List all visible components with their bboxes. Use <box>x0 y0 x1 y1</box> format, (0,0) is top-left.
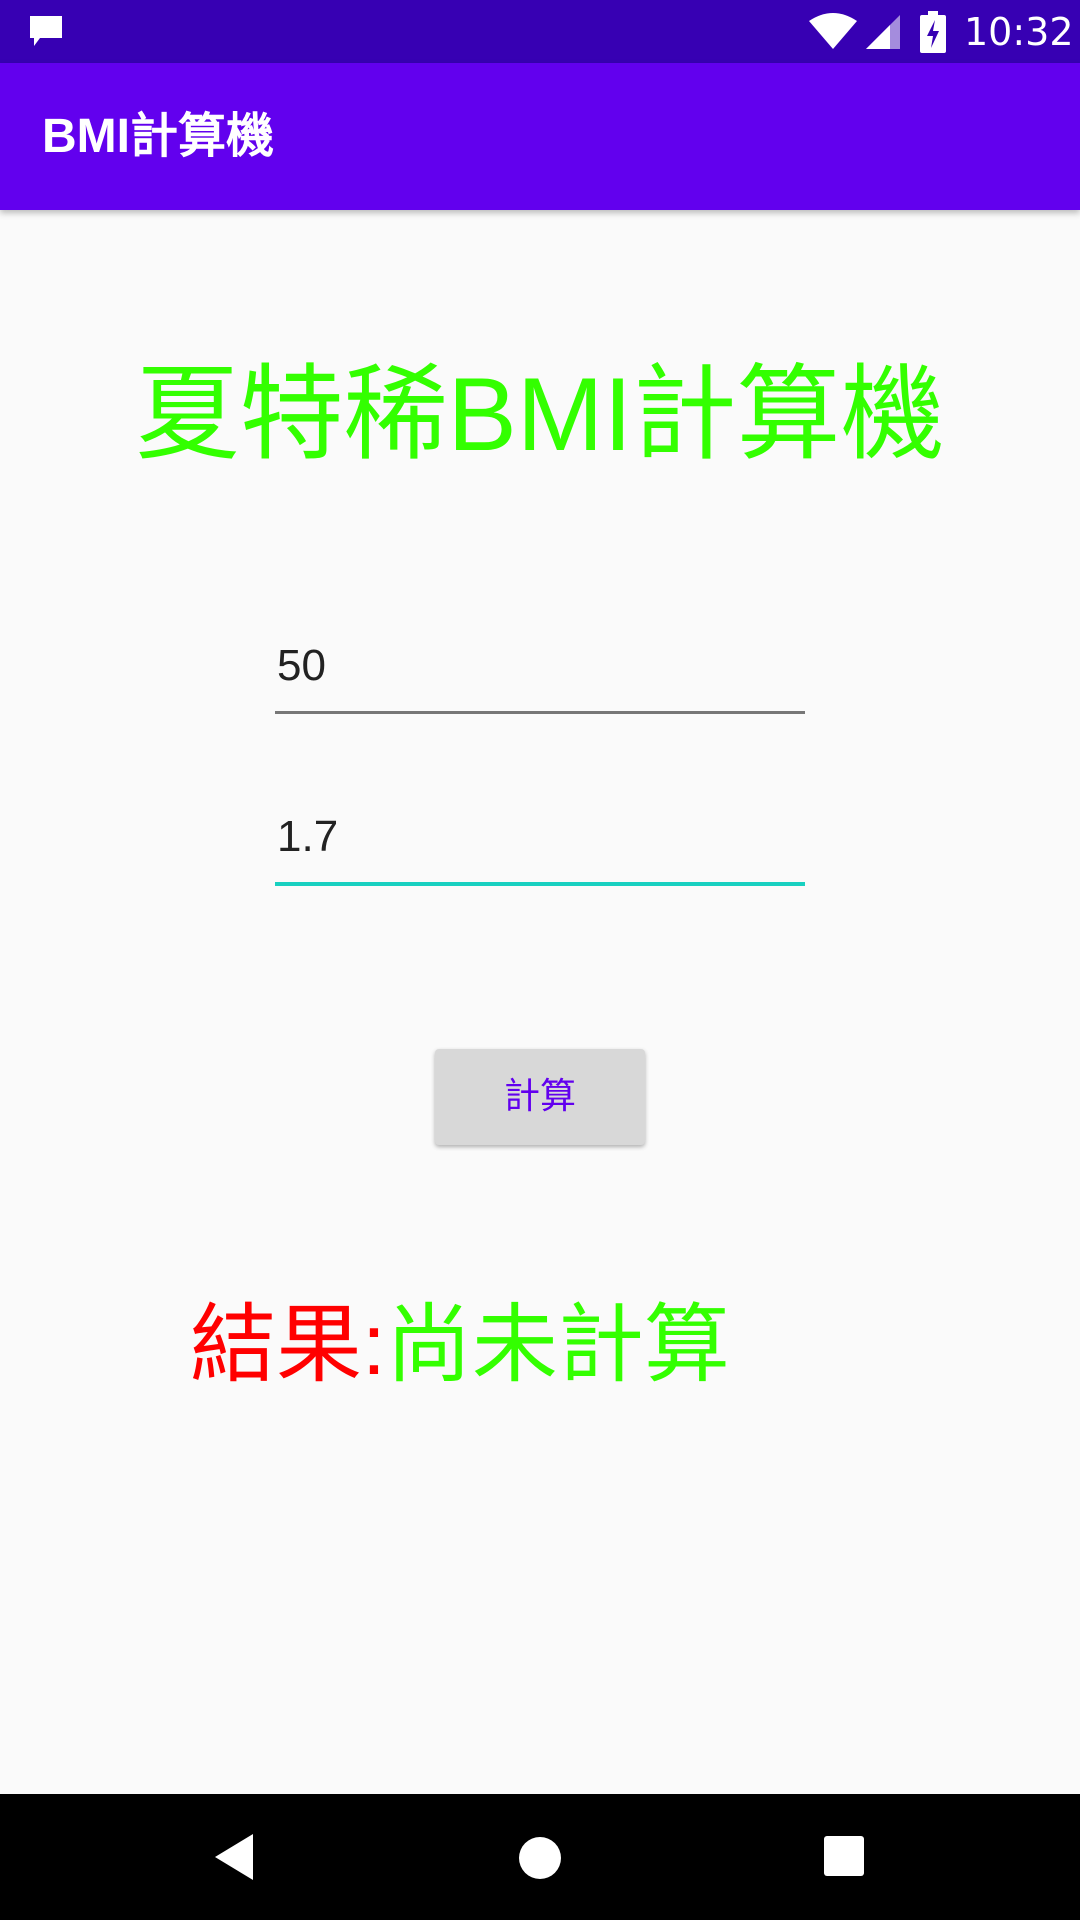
result-value: 尚未計算 <box>385 1297 730 1393</box>
weight-input[interactable]: 50 <box>275 631 805 714</box>
navigation-bar <box>0 1794 1080 1920</box>
calculate-button[interactable]: 計算 <box>435 1049 645 1145</box>
wifi-icon <box>809 13 857 49</box>
battery-charging-icon <box>920 11 946 53</box>
signal-icon <box>866 15 900 49</box>
home-icon[interactable] <box>518 1836 562 1880</box>
status-bar: 10:32 <box>0 0 1080 63</box>
notification-icon <box>30 16 62 46</box>
height-input-value: 1.7 <box>277 812 339 861</box>
height-input[interactable]: 1.7 <box>275 802 805 886</box>
app-bar: BMI計算機 <box>0 63 1080 210</box>
status-clock: 10:32 <box>964 10 1074 54</box>
result-label: 結果: <box>190 1297 386 1393</box>
app-title: BMI計算機 <box>42 110 274 163</box>
back-icon[interactable] <box>213 1832 257 1882</box>
weight-input-value: 50 <box>277 641 326 690</box>
result-text: 結果:尚未計算 <box>190 1290 730 1400</box>
page-heading: 夏特稀BMI計算機 <box>135 357 945 473</box>
recents-icon[interactable] <box>824 1836 864 1876</box>
